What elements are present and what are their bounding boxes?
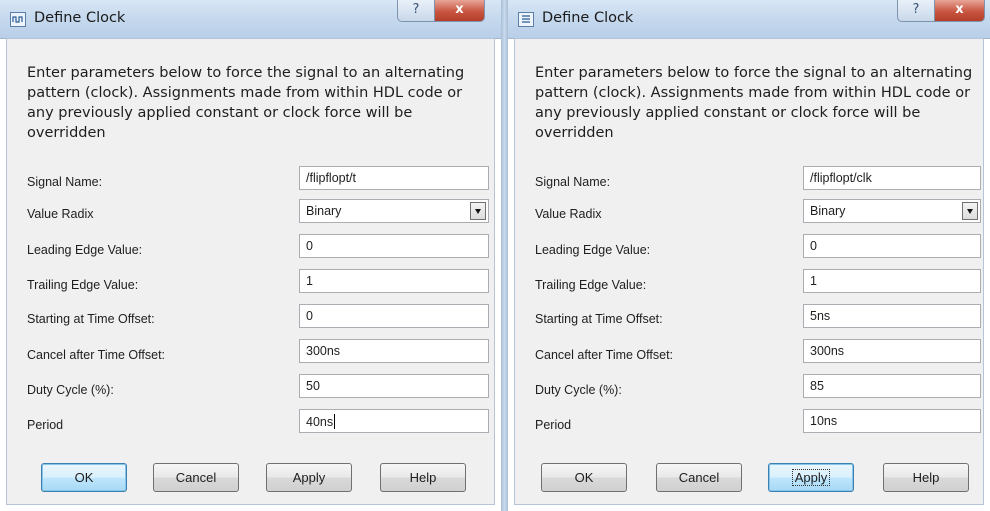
ok-button-label: OK (574, 470, 594, 485)
ok-button[interactable]: OK (541, 463, 627, 492)
help-button-label: Help (912, 470, 940, 485)
starting-offset-input[interactable]: 5ns (803, 304, 981, 328)
description-text: Enter parameters below to force the sign… (27, 65, 465, 141)
window-title: Define Clock (542, 10, 634, 26)
define-clock-dialog-right: Define Clock ? x Enter parameters below … (508, 0, 990, 511)
signal-name-label: Signal Name: (535, 175, 611, 189)
window-divider (501, 0, 508, 511)
help-button[interactable]: Help (883, 463, 969, 492)
cancel-offset-input[interactable]: 300ns (803, 339, 981, 363)
apply-button[interactable]: Apply (768, 463, 854, 492)
trailing-edge-input[interactable]: 1 (803, 269, 981, 293)
ok-button-label: OK (74, 470, 94, 485)
period-value: 40ns (306, 415, 334, 429)
close-icon[interactable]: x (934, 0, 985, 22)
dialog-body: Enter parameters below to force the sign… (6, 38, 495, 505)
close-icon[interactable]: x (434, 0, 485, 22)
text-cursor (334, 414, 336, 429)
apply-button-label: Apply (292, 470, 326, 485)
waveform-icon (10, 12, 26, 27)
value-radix-select[interactable]: Binary (299, 199, 489, 223)
duty-cycle-input[interactable]: 85 (803, 374, 981, 398)
chevron-down-icon[interactable] (470, 202, 486, 220)
leading-edge-label: Leading Edge Value: (27, 243, 143, 257)
leading-edge-label: Leading Edge Value: (535, 243, 651, 257)
title-bar[interactable]: Define Clock ? x (508, 0, 990, 39)
help-icon[interactable]: ? (397, 0, 435, 22)
signal-name-input[interactable]: /flipflopt/t (299, 166, 489, 190)
starting-offset-label: Starting at Time Offset: (27, 312, 155, 326)
leading-edge-input[interactable]: 0 (299, 234, 489, 258)
period-label: Period (535, 418, 572, 432)
value-radix-label: Value Radix (535, 207, 602, 221)
list-icon (518, 12, 534, 27)
signal-name-input[interactable]: /flipflopt/clk (803, 166, 981, 190)
value-radix-value: Binary (810, 204, 846, 218)
duty-cycle-label: Duty Cycle (%): (27, 383, 114, 397)
starting-offset-label: Starting at Time Offset: (535, 312, 663, 326)
period-input[interactable]: 10ns (803, 409, 981, 433)
help-button-label: Help (409, 470, 437, 485)
cancel-offset-label: Cancel after Time Offset: (535, 348, 674, 362)
dialog-body: Enter parameters below to force the sign… (514, 38, 984, 505)
value-radix-label: Value Radix (27, 207, 94, 221)
cancel-button-label: Cancel (678, 470, 720, 485)
signal-name-label: Signal Name: (27, 175, 103, 189)
help-button[interactable]: Help (380, 463, 466, 492)
window-title: Define Clock (34, 10, 126, 26)
value-radix-value: Binary (306, 204, 342, 218)
duty-cycle-input[interactable]: 50 (299, 374, 489, 398)
starting-offset-input[interactable]: 0 (299, 304, 489, 328)
ok-button[interactable]: OK (41, 463, 127, 492)
trailing-edge-label: Trailing Edge Value: (535, 278, 647, 292)
cancel-offset-label: Cancel after Time Offset: (27, 348, 166, 362)
description-text: Enter parameters below to force the sign… (535, 65, 973, 141)
period-label: Period (27, 418, 64, 432)
cancel-offset-input[interactable]: 300ns (299, 339, 489, 363)
title-bar[interactable]: Define Clock ? x (0, 0, 501, 39)
period-input[interactable]: 40ns (299, 409, 489, 433)
trailing-edge-label: Trailing Edge Value: (27, 278, 139, 292)
leading-edge-input[interactable]: 0 (803, 234, 981, 258)
cancel-button[interactable]: Cancel (656, 463, 742, 492)
cancel-button[interactable]: Cancel (153, 463, 239, 492)
chevron-down-icon[interactable] (962, 202, 978, 220)
define-clock-dialog-left: Define Clock ? x Enter parameters below … (0, 0, 501, 511)
trailing-edge-input[interactable]: 1 (299, 269, 489, 293)
cancel-button-label: Cancel (175, 470, 217, 485)
apply-button-label: Apply (791, 469, 831, 486)
value-radix-select[interactable]: Binary (803, 199, 981, 223)
duty-cycle-label: Duty Cycle (%): (535, 383, 622, 397)
apply-button[interactable]: Apply (266, 463, 352, 492)
help-icon[interactable]: ? (897, 0, 935, 22)
